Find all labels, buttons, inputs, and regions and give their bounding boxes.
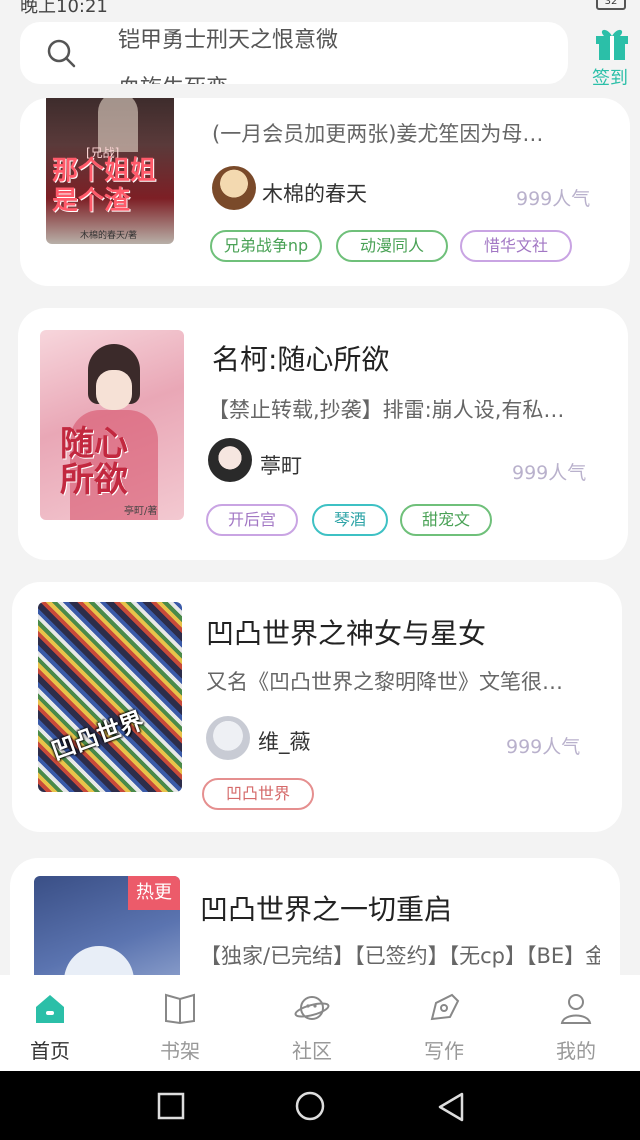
book-title[interactable]: 凹凸世界之一切重启: [200, 888, 452, 928]
status-bar: 晚上10:21 32: [0, 0, 640, 14]
book-author: 葶町: [260, 454, 302, 478]
book-description: 【禁止转载,抄袭】排雷:崩人设,有私…: [208, 398, 565, 422]
nav-home[interactable]: 首页: [0, 975, 100, 1071]
book-title[interactable]: 名柯:随心所欲: [212, 338, 389, 378]
book-description: (一月会员加更两张)姜尤笙因为母…: [212, 122, 544, 146]
tag[interactable]: 甜宠文: [400, 504, 492, 536]
book-author: 木棉的春天: [262, 182, 367, 206]
popularity: 999人气: [516, 188, 591, 210]
book-icon: [165, 993, 195, 1025]
book-cover[interactable]: 随心所欲 亭町/著: [40, 330, 184, 520]
book-title[interactable]: 凹凸世界之神女与星女: [206, 612, 486, 652]
pen-icon: [430, 993, 460, 1021]
nav-label: 我的: [556, 1039, 596, 1063]
status-time: 晚上10:21: [20, 0, 108, 14]
home-button-icon[interactable]: [294, 1091, 326, 1123]
cover-author: 亭町/著: [124, 506, 158, 517]
hot-badge: 热更: [128, 876, 180, 910]
book-card[interactable]: 随心所欲 亭町/著 名柯:随心所欲 【禁止转载,抄袭】排雷:崩人设,有私… 葶町…: [18, 308, 628, 560]
battery-icon: 32: [596, 0, 626, 10]
nav-me[interactable]: 我的: [526, 975, 626, 1071]
avatar: [206, 716, 250, 760]
signin-label: 签到: [592, 68, 628, 89]
tag[interactable]: 开后宫: [206, 504, 298, 536]
system-nav-bar: [0, 1071, 640, 1140]
planet-icon: [294, 996, 330, 1020]
search-hint-1: 铠甲勇士刑天之恨意微: [118, 28, 339, 53]
nav-label: 书架: [160, 1039, 200, 1063]
cover-title: 随心所欲: [60, 424, 128, 500]
back-icon[interactable]: [436, 1091, 466, 1123]
nav-label: 社区: [292, 1039, 332, 1063]
cover-title: 那个姐姐是个渣: [52, 156, 157, 216]
nav-bookshelf[interactable]: 书架: [130, 975, 230, 1071]
home-icon: [36, 995, 64, 1023]
book-cover[interactable]: 凹凸世界: [38, 602, 182, 792]
book-author: 维_薇: [258, 730, 311, 754]
tag[interactable]: 琴酒: [312, 504, 388, 536]
tag[interactable]: 凹凸世界: [202, 778, 314, 810]
search-hint-2: 血族生死恋: [118, 70, 228, 84]
search-bar[interactable]: 铠甲勇士刑天之恨意微 血族生死恋: [20, 22, 568, 84]
book-card[interactable]: 凹凸世界 凹凸世界之神女与星女 又名《凹凸世界之黎明降世》文笔很… 维_薇 99…: [12, 582, 622, 832]
cover-title: 凹凸世界: [47, 706, 148, 766]
signin-button[interactable]: 签到: [588, 24, 638, 90]
bottom-nav: 首页 书架 社区 写作 我的: [0, 975, 640, 1071]
recent-apps-icon[interactable]: [156, 1091, 186, 1121]
avatar: [208, 438, 252, 482]
avatar: [212, 166, 256, 210]
nav-label: 写作: [424, 1039, 464, 1063]
book-description: 【独家/已完结】【已签约】【无cp】【BE】金:…: [200, 944, 600, 968]
tag[interactable]: 动漫同人: [336, 230, 448, 262]
book-description: 又名《凹凸世界之黎明降世》文笔很…: [206, 670, 563, 694]
search-icon: [47, 39, 76, 68]
cover-author: 木棉的春天/著: [80, 231, 138, 241]
nav-label: 首页: [30, 1039, 70, 1063]
nav-community[interactable]: 社区: [262, 975, 362, 1071]
book-card[interactable]: [兄战] 那个姐姐是个渣 木棉的春天/著 (一月会员加更两张)姜尤笙因为母… 木…: [20, 98, 630, 286]
book-cover[interactable]: [兄战] 那个姐姐是个渣 木棉的春天/著: [46, 98, 174, 244]
popularity: 999人气: [512, 462, 587, 484]
tag[interactable]: 惜华文社: [460, 230, 572, 262]
popularity: 999人气: [506, 736, 581, 758]
nav-write[interactable]: 写作: [394, 975, 494, 1071]
tag[interactable]: 兄弟战争np: [210, 230, 322, 262]
person-icon: [560, 994, 592, 1024]
gift-icon: [596, 29, 628, 60]
